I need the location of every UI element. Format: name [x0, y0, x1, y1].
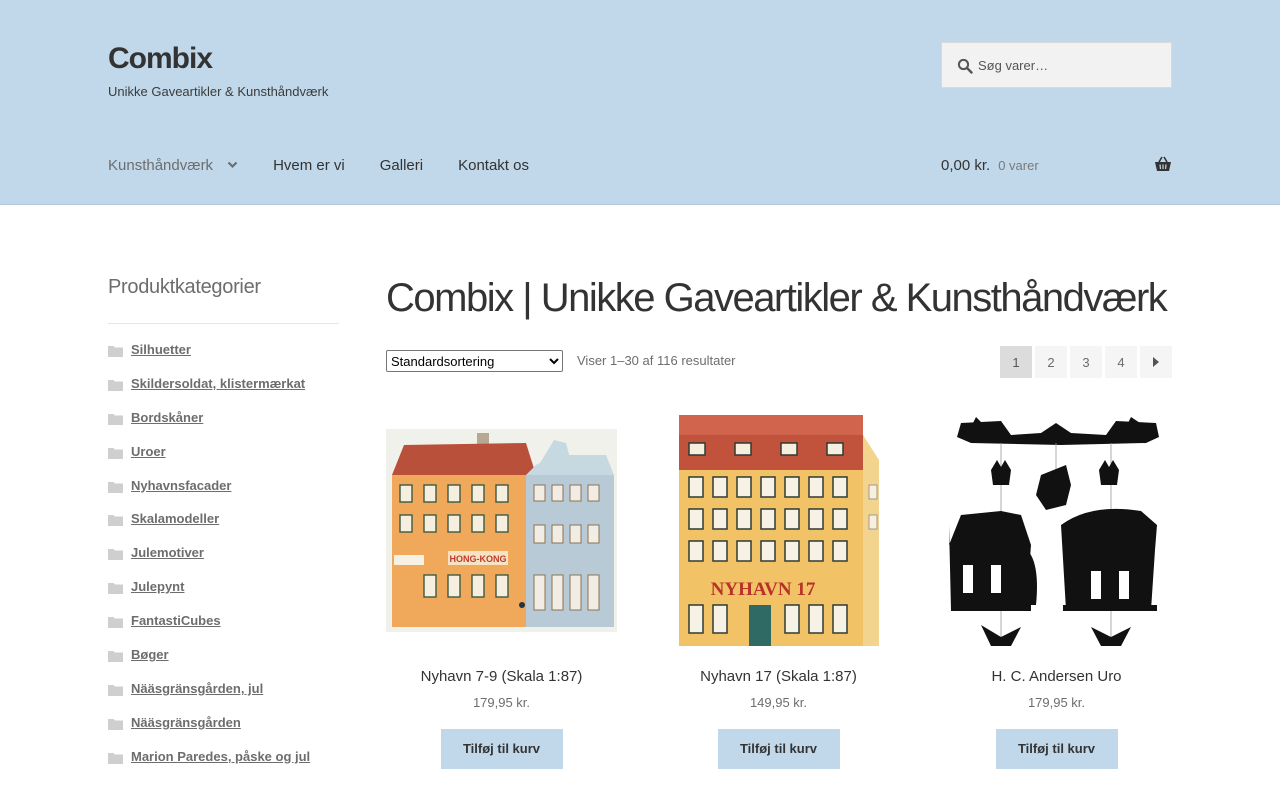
folder-icon	[108, 447, 123, 459]
pagination: 1 2 3 4	[997, 346, 1172, 378]
folder-icon	[108, 617, 123, 629]
result-count: Viser 1–30 af 116 resultater	[577, 353, 736, 368]
category-link[interactable]: Julepynt	[131, 579, 184, 594]
product-name[interactable]: H. C. Andersen Uro	[941, 668, 1172, 685]
category-link[interactable]: Skildersoldat, klistermærkat	[131, 376, 305, 391]
category-item: Marion Paredes, påske og jul	[108, 749, 339, 783]
category-link[interactable]: Nääsgränsgården	[131, 715, 241, 730]
category-item: Julemotiver	[108, 545, 339, 579]
cart-link[interactable]: 0,00 kr. 0 varer	[941, 150, 1172, 180]
category-link[interactable]: FantastiCubes	[131, 613, 221, 628]
nav-item-kontakt-os[interactable]: Kontakt os	[458, 157, 529, 174]
product-sign-text: NYHAVN 17	[711, 579, 816, 600]
category-item: Nääsgränsgården, jul	[108, 681, 339, 715]
page-3[interactable]: 3	[1070, 346, 1102, 378]
search-icon	[957, 58, 973, 74]
next-page-button[interactable]	[1140, 346, 1172, 378]
sort-select[interactable]: Standardsortering	[386, 350, 563, 372]
site-title[interactable]: Combix	[108, 42, 213, 76]
category-item: Bordskåner	[108, 410, 339, 444]
sidebar-title: Produktkategorier	[108, 270, 339, 324]
category-link[interactable]: Julemotiver	[131, 545, 204, 560]
page-2[interactable]: 2	[1035, 346, 1067, 378]
category-link[interactable]: Marion Paredes, påske og jul	[131, 749, 310, 764]
category-item: Silhuetter	[108, 342, 339, 376]
product-price: 179,95 kr.	[1027, 695, 1086, 710]
folder-icon	[108, 549, 123, 561]
product-name[interactable]: Nyhavn 7-9 (Skala 1:87)	[386, 668, 617, 685]
shop-toolbar: Standardsortering Viser 1–30 af 116 resu…	[386, 346, 1172, 378]
category-list: Silhuetter Skildersoldat, klistermærkat Bo…	[108, 342, 339, 783]
search-box	[941, 42, 1172, 88]
folder-icon	[108, 651, 123, 663]
product-image[interactable]	[941, 415, 1172, 646]
category-item: Julepynt	[108, 579, 339, 613]
nav-item-galleri[interactable]: Galleri	[380, 157, 423, 174]
category-link[interactable]: Nääsgränsgården, jul	[131, 681, 263, 696]
primary-navigation: Kunsthåndværk Hvem er vi Galleri Kontakt…	[108, 150, 564, 180]
product-sign-text: HONG-KONG	[450, 554, 507, 564]
search-input[interactable]	[978, 43, 1168, 87]
sidebar: Produktkategorier Silhuetter Skildersolda…	[108, 270, 339, 783]
basket-icon[interactable]	[1154, 156, 1172, 172]
category-item: Skalamodeller	[108, 511, 339, 545]
folder-icon	[108, 752, 123, 764]
product-name[interactable]: Nyhavn 17 (Skala 1:87)	[663, 668, 894, 685]
folder-icon	[108, 481, 123, 493]
nav-item-kunsthandvaerk[interactable]: Kunsthåndværk	[108, 157, 238, 174]
folder-icon	[108, 684, 123, 696]
folder-icon	[108, 515, 123, 527]
folder-icon	[108, 379, 123, 391]
page-1[interactable]: 1	[1000, 346, 1032, 378]
site-description: Unikke Gaveartikler & Kunsthåndværk	[108, 84, 329, 99]
category-link[interactable]: Skalamodeller	[131, 511, 219, 526]
product-image[interactable]: NYHAVN 17	[663, 415, 894, 646]
cart-count: 0 varer	[998, 157, 1039, 173]
product-price: 149,95 kr.	[749, 695, 808, 710]
cart-amount: 0,00 kr.	[941, 156, 991, 174]
add-to-cart-button[interactable]: Tilføj til kurv	[995, 729, 1118, 769]
category-item: Nyhavnsfacader	[108, 478, 339, 512]
category-item: Bøger	[108, 647, 339, 681]
product-card: NYHAVN 17 Nyhavn 17 (Skala 1:87) 149,95 …	[663, 415, 894, 769]
add-to-cart-button[interactable]: Tilføj til kurv	[440, 729, 563, 769]
folder-icon	[108, 346, 123, 357]
caret-right-icon	[1153, 357, 1159, 367]
category-link[interactable]: Uroer	[131, 444, 166, 459]
folder-icon	[108, 413, 123, 425]
product-image[interactable]: HONG-KONG	[386, 415, 617, 646]
site-header: Combix Unikke Gaveartikler & Kunsthåndvæ…	[0, 0, 1280, 205]
category-link[interactable]: Bøger	[131, 647, 169, 662]
nav-item-hvem-er-vi[interactable]: Hvem er vi	[273, 157, 345, 174]
page-title: Combix | Unikke Gaveartikler & Kunsthånd…	[386, 276, 1168, 320]
product-card: HONG-KONG Nyhavn 7-9 (Skala 1:87) 179,95…	[386, 415, 617, 769]
folder-icon	[108, 718, 123, 730]
folder-icon	[108, 583, 123, 595]
category-item: FantastiCubes	[108, 613, 339, 647]
category-item: Skildersoldat, klistermærkat	[108, 376, 339, 410]
product-price: 179,95 kr.	[472, 695, 531, 710]
category-item: Nääsgränsgården	[108, 715, 339, 749]
product-card: H. C. Andersen Uro 179,95 kr. Tilføj til…	[941, 415, 1172, 769]
chevron-down-icon[interactable]	[227, 161, 238, 169]
category-item: Uroer	[108, 444, 339, 478]
add-to-cart-button[interactable]: Tilføj til kurv	[717, 729, 840, 769]
nav-item-label: Kunsthåndværk	[108, 156, 214, 174]
main-content: Combix | Unikke Gaveartikler & Kunsthånd…	[386, 270, 1172, 769]
category-link[interactable]: Bordskåner	[131, 410, 203, 425]
category-link[interactable]: Silhuetter	[131, 342, 191, 357]
page-4[interactable]: 4	[1105, 346, 1137, 378]
category-link[interactable]: Nyhavnsfacader	[131, 478, 231, 493]
